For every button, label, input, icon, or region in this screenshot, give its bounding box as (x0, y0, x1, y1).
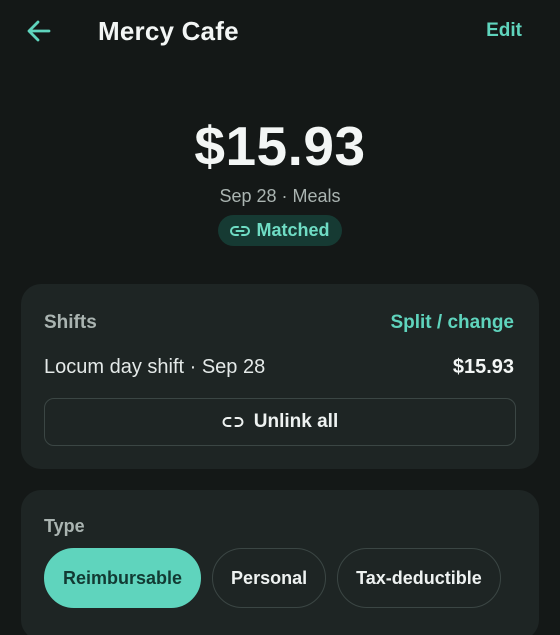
status-badge: Matched (218, 215, 342, 246)
type-card: Type Reimbursable Personal Tax-deductibl… (21, 490, 539, 635)
transaction-amount: $15.93 (194, 115, 366, 177)
type-card-title: Type (44, 516, 85, 536)
status-badge-wrap: Matched (0, 215, 560, 246)
back-button[interactable] (22, 14, 56, 48)
arrow-left-icon (27, 20, 51, 42)
unlink-icon (222, 417, 244, 427)
shift-row: Locum day shift · Sep 28 $15.93 (44, 356, 514, 379)
shift-amount: $15.93 (452, 356, 514, 378)
link-icon (230, 225, 251, 236)
type-chip-group: Reimbursable Personal Tax-deductible (44, 548, 501, 608)
unlink-all-label: Unlink all (253, 411, 339, 432)
unlink-all-button[interactable]: Unlink all (44, 398, 516, 446)
chip-personal[interactable]: Personal (212, 548, 327, 608)
shifts-card-title: Shifts (44, 312, 97, 333)
header: Mercy Cafe Edit (0, 0, 560, 64)
status-badge-label: Matched (256, 220, 330, 240)
edit-button[interactable]: Edit (486, 20, 522, 42)
expense-detail-screen: Mercy Cafe Edit $15.93 Sep 28 · Meals Ma… (0, 0, 560, 635)
split-change-link[interactable]: Split / change (390, 312, 514, 334)
transaction-meta: Sep 28 · Meals (219, 186, 341, 206)
shifts-card: Shifts Split / change Locum day shift · … (21, 284, 539, 469)
chip-reimbursable[interactable]: Reimbursable (44, 548, 202, 608)
shift-name: Locum day shift · Sep 28 (44, 356, 266, 378)
chip-tax-deductible[interactable]: Tax-deductible (337, 548, 501, 608)
page-title: Mercy Cafe (98, 16, 239, 46)
